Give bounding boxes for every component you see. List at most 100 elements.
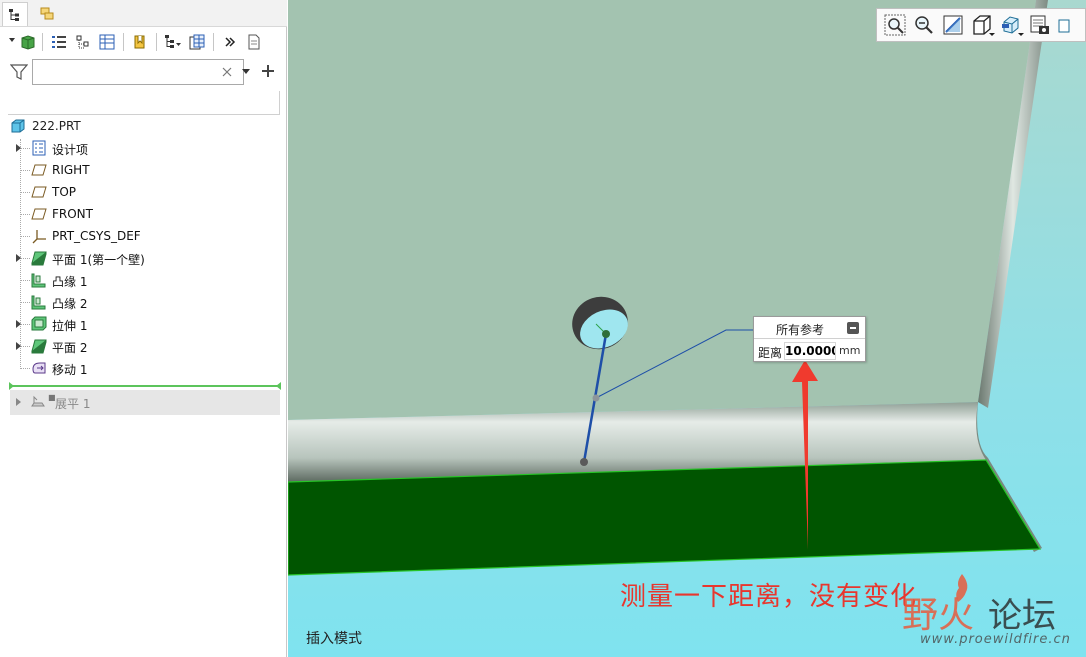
- settings-dropdown-button[interactable]: [163, 32, 183, 52]
- list-icon: [52, 36, 66, 48]
- annotation-text: 测量一下距离，没有变化: [620, 582, 918, 612]
- tree-filters-button[interactable]: [97, 32, 117, 52]
- tree-item-top[interactable]: TOP: [0, 181, 287, 203]
- tree-item-label: 凸缘 1: [52, 275, 88, 289]
- tree-item-flange-2[interactable]: 凸缘 2: [0, 291, 287, 313]
- flange-icon: [31, 295, 46, 310]
- tree-structure-icon: [9, 8, 19, 21]
- extrude-icon: [31, 316, 47, 331]
- chevron-down-icon[interactable]: [242, 69, 250, 75]
- part-display-icon: [9, 35, 35, 50]
- tree-item-flange-1[interactable]: 凸缘 1: [0, 269, 287, 291]
- tree-item-label: FRONT: [52, 207, 93, 221]
- layers-icon: [40, 7, 54, 20]
- design-items-icon: [32, 140, 46, 156]
- more-views-button[interactable]: [1057, 13, 1071, 37]
- tree-root[interactable]: 222.PRT: [0, 115, 287, 137]
- tree-item-label: TOP: [52, 185, 77, 199]
- tree-columns-button[interactable]: [49, 32, 69, 52]
- tree-item-label: 拉伸 1: [52, 319, 88, 333]
- part-icon: [11, 119, 25, 133]
- tree-item-label: 平面 2: [52, 341, 88, 355]
- forum-watermark: 野火 论坛 www.proewildfire.cn: [900, 574, 1086, 657]
- tree-item-label: 展平 1: [55, 397, 91, 411]
- tree-item-extrude-1[interactable]: 拉伸 1: [0, 313, 287, 335]
- document-button[interactable]: [244, 32, 264, 52]
- tree-item-right[interactable]: RIGHT: [0, 159, 287, 181]
- tree-item-label: 凸缘 2: [52, 297, 88, 311]
- distance-label: 距离: [758, 346, 783, 360]
- tree-item-front[interactable]: FRONT: [0, 203, 287, 225]
- expand-arrow[interactable]: [15, 254, 23, 262]
- display-options-button[interactable]: [8, 32, 36, 52]
- refit-button[interactable]: [883, 13, 907, 37]
- tree-item-design-items[interactable]: 设计项: [0, 137, 287, 159]
- saved-views-button[interactable]: [999, 13, 1024, 37]
- expand-arrow[interactable]: [16, 398, 21, 406]
- flatten-icon: [31, 395, 45, 407]
- datum-plane-icon: [31, 164, 47, 176]
- midpoint-dot: [592, 394, 600, 402]
- watermark-title-part1: 野火: [902, 595, 975, 636]
- repaint-button[interactable]: [941, 13, 965, 37]
- zoom-fit-icon: [884, 14, 906, 36]
- tree-item-label: PRT_CSYS_DEF: [52, 229, 141, 243]
- table-icon: [99, 34, 115, 50]
- view-toolbar: [876, 8, 1086, 42]
- measure-panel-title: 所有参考: [775, 323, 824, 337]
- tree-root-label: 222.PRT: [32, 119, 81, 133]
- model-tree-panel: 222.PRT 设计项 RIGHT TOP FRONT PRT_CSYS_DEF…: [0, 0, 287, 657]
- show-button[interactable]: [130, 32, 150, 52]
- expand-arrow[interactable]: [15, 320, 23, 328]
- tree-item-label: 平面 1(第一个壁): [52, 253, 145, 267]
- document-icon: [248, 34, 260, 50]
- repaint-icon: [943, 15, 963, 35]
- tree-header-spacer: [8, 91, 280, 115]
- zoom-out-icon: [915, 16, 933, 34]
- watermark-url: www.proewildfire.cn: [920, 632, 1071, 647]
- measure-panel[interactable]: 所有参考 距离 mm: [753, 316, 866, 362]
- datum-plane-icon: [31, 186, 47, 198]
- insert-mode-label: 插入模式: [306, 631, 362, 647]
- tree-item-label: 移动 1: [52, 363, 88, 377]
- tree-item-move-1[interactable]: 移动 1: [0, 357, 287, 379]
- sheet-face: [288, 0, 1036, 420]
- tree-item-csys[interactable]: PRT_CSYS_DEF: [0, 225, 287, 247]
- expand-arrow[interactable]: [15, 144, 23, 152]
- filter-icon: [10, 64, 28, 80]
- expand-all-icon: [76, 35, 89, 49]
- measure-distance-row: 距离 mm: [754, 340, 865, 362]
- layer-settings-button[interactable]: [187, 32, 207, 52]
- tree-item-plane-2[interactable]: 平面 2: [0, 335, 287, 357]
- move-icon: [32, 362, 46, 374]
- clear-icon[interactable]: [222, 67, 232, 77]
- view-manager-button[interactable]: [1028, 13, 1052, 37]
- panel-tabs: [0, 0, 287, 27]
- distance-unit: mm: [839, 344, 861, 357]
- view-manager-icon: [1030, 15, 1049, 34]
- tree-search-input[interactable]: [32, 59, 244, 85]
- model-tree-tab[interactable]: [2, 2, 28, 26]
- zoom-out-button[interactable]: [912, 13, 936, 37]
- tree-settings-icon: [165, 35, 181, 48]
- tree-item-label: 设计项: [52, 143, 89, 157]
- model-scene[interactable]: [288, 0, 1086, 657]
- bookmark-icon: [134, 35, 145, 49]
- planar-wall-icon: [31, 251, 47, 266]
- collapse-icon[interactable]: [847, 322, 859, 334]
- add-icon[interactable]: [262, 65, 274, 77]
- measure-panel-header: 所有参考: [754, 317, 865, 339]
- more-tools-button[interactable]: [220, 32, 240, 52]
- insert-here-marker[interactable]: [9, 382, 281, 390]
- measure-point: [580, 458, 588, 466]
- distance-value-field[interactable]: [784, 342, 836, 360]
- expand-tree-button[interactable]: [73, 32, 93, 52]
- tree-item-plane-1[interactable]: 平面 1(第一个壁): [0, 247, 287, 269]
- expand-arrow[interactable]: [15, 342, 23, 350]
- tree-item-flatten-1[interactable]: ■ 展平 1: [10, 390, 280, 415]
- layer-tree-tab[interactable]: [34, 2, 60, 26]
- graphics-viewport[interactable]: 所有参考 距离 mm 测量一下距离，没有变化 插入模式 野火 论坛 www.pr…: [288, 0, 1086, 657]
- display-style-button[interactable]: [970, 13, 995, 37]
- partial-view-icon: [1058, 19, 1070, 33]
- datum-plane-icon: [31, 208, 47, 220]
